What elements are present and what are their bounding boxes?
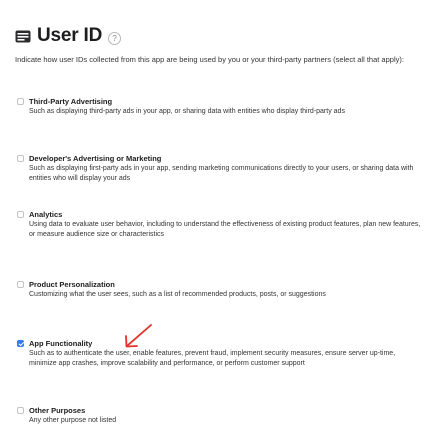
option-title: App Functionality xyxy=(29,339,93,348)
option-description: Customizing what the user sees, such as … xyxy=(29,291,326,298)
checkbox[interactable] xyxy=(17,98,24,105)
option-third-party-advertising[interactable]: Third-Party Advertising Such as displayi… xyxy=(17,97,417,117)
page-header: User ID ? xyxy=(15,25,122,47)
option-description: Such as displaying third-party ads in yo… xyxy=(29,108,345,115)
id-card-icon xyxy=(15,30,31,42)
checkbox-checked[interactable] xyxy=(17,340,24,347)
option-title: Product Personalization xyxy=(29,280,115,289)
option-title: Other Purposes xyxy=(29,406,86,415)
option-description: Using data to evaluate user behavior, in… xyxy=(29,221,421,238)
option-developers-advertising[interactable]: Developer's Advertising or Marketing Suc… xyxy=(17,154,417,183)
option-product-personalization[interactable]: Product Personalization Customizing what… xyxy=(17,280,417,300)
option-title: Analytics xyxy=(29,210,63,219)
annotation-arrow-icon xyxy=(125,324,152,348)
option-title: Developer's Advertising or Marketing xyxy=(29,154,162,163)
option-description: Any other purpose not listed xyxy=(29,417,117,424)
checkbox[interactable] xyxy=(17,407,24,414)
checkbox[interactable] xyxy=(17,155,24,162)
option-title: Third-Party Advertising xyxy=(29,97,113,106)
help-button[interactable]: ? xyxy=(108,32,122,45)
option-description: Such as to authenticate the user, enable… xyxy=(29,350,396,367)
page-title: User ID xyxy=(37,25,103,46)
option-other-purposes[interactable]: Other Purposes Any other purpose not lis… xyxy=(17,406,417,426)
checkbox[interactable] xyxy=(17,211,24,218)
option-app-functionality[interactable]: App Functionality Such as to authenticat… xyxy=(17,339,417,368)
option-analytics[interactable]: Analytics Using data to evaluate user be… xyxy=(17,210,420,239)
intro-text: Indicate how user IDs collected from thi… xyxy=(15,55,404,64)
checkbox[interactable] xyxy=(17,281,24,288)
option-description: Such as displaying first-party ads in yo… xyxy=(29,165,414,182)
